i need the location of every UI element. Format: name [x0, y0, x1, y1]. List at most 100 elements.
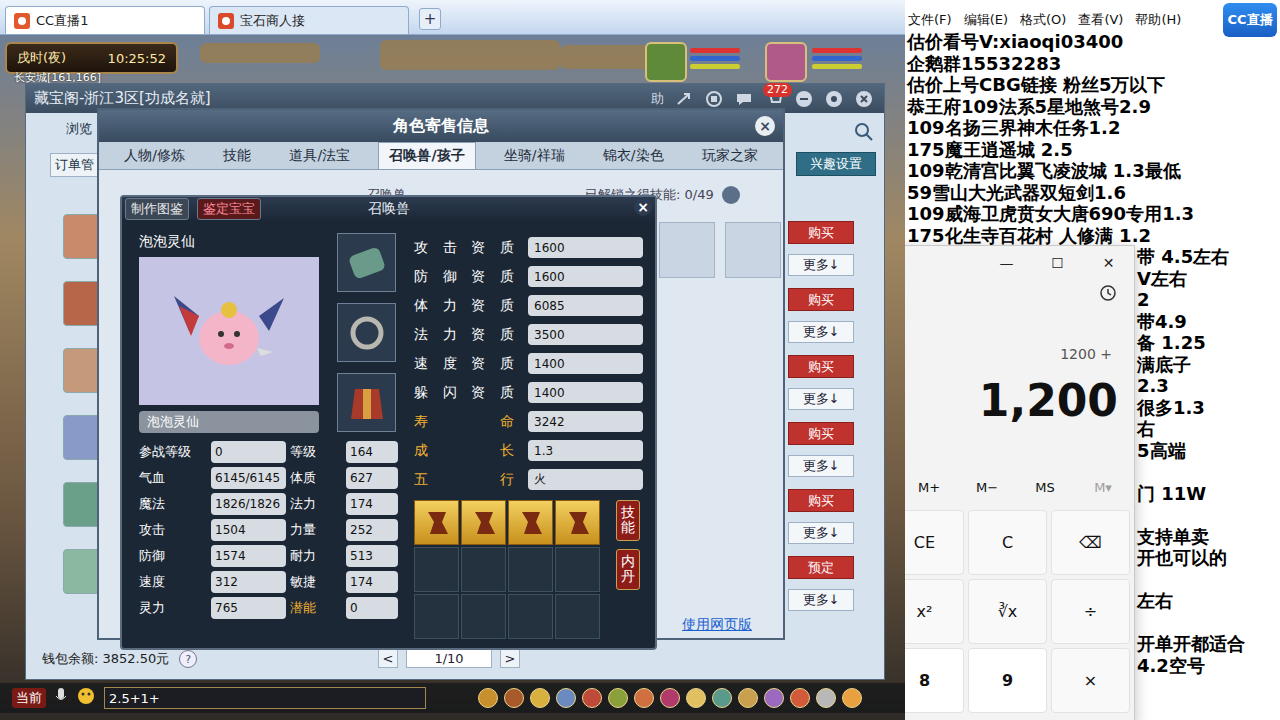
memory-button[interactable]: M− — [958, 480, 1016, 502]
help-button[interactable]: 助 — [651, 90, 664, 108]
menu-icon[interactable] — [556, 688, 576, 708]
equipment-slots — [337, 233, 396, 433]
new-tab-button[interactable]: + — [419, 8, 441, 30]
more-button[interactable]: 更多↓ — [788, 455, 854, 477]
next-page[interactable]: > — [500, 648, 520, 668]
browse-tab[interactable]: 浏览 — [66, 120, 92, 138]
buy-button[interactable]: 购买 — [788, 288, 854, 311]
menu-icon[interactable] — [764, 688, 784, 708]
chat-input[interactable]: 2.5+1+ — [104, 687, 426, 709]
inner-core-tab[interactable]: 内丹 — [616, 549, 640, 590]
more-button[interactable]: 更多↓ — [788, 589, 854, 611]
calc-key[interactable]: CE — [905, 510, 964, 575]
chat-channel[interactable]: 当前 — [12, 688, 46, 708]
buy-button[interactable]: 购买 — [788, 221, 854, 244]
menu-icon[interactable] — [842, 688, 862, 708]
pet-panel: 制作图鉴鉴定宝宝召唤兽×泡泡灵仙泡泡灵仙参战等级0等级164气血6145/614… — [120, 195, 657, 650]
skill-icon[interactable] — [414, 500, 459, 545]
interest-button[interactable]: 兴趣设置 — [796, 152, 876, 176]
browser-tab[interactable]: 宝石商人接 — [209, 6, 409, 34]
menu-icon[interactable] — [790, 688, 810, 708]
sale-tab[interactable]: 技能 — [213, 142, 261, 169]
appraise-button[interactable]: 鉴定宝宝 — [197, 198, 261, 220]
skill-icon[interactable] — [461, 500, 506, 545]
more-button[interactable]: 更多↓ — [788, 522, 854, 544]
orders-button[interactable]: 订单管 — [50, 153, 99, 177]
menu-icon[interactable] — [686, 688, 706, 708]
wallet-help[interactable]: ? — [179, 650, 197, 668]
menu-item[interactable]: 帮助(H) — [1135, 11, 1181, 31]
ring-icon[interactable] — [337, 303, 396, 362]
menu-icon[interactable] — [504, 688, 524, 708]
bar — [690, 64, 740, 69]
message-icon[interactable] — [734, 89, 754, 109]
menu-icon[interactable] — [712, 688, 732, 708]
menu-item[interactable]: 编辑(E) — [964, 11, 1008, 31]
minimize-button[interactable]: — — [981, 246, 1032, 280]
calc-key[interactable]: C — [968, 510, 1047, 575]
menu-item[interactable]: 文件(F) — [908, 11, 952, 31]
settings-icon[interactable] — [824, 89, 844, 109]
empty-skill-slot — [555, 594, 600, 639]
prev-page[interactable]: < — [378, 648, 398, 668]
calc-key[interactable]: 9 — [968, 648, 1047, 713]
emoji-icon[interactable] — [76, 686, 96, 710]
memory-button[interactable]: MS — [1016, 480, 1074, 502]
close-button[interactable]: ✕ — [1083, 246, 1134, 280]
menu-icon[interactable] — [816, 688, 836, 708]
mic-icon[interactable] — [54, 687, 68, 709]
buy-button[interactable]: 购买 — [788, 489, 854, 512]
web-version-link[interactable]: 使用网页版 — [682, 616, 752, 634]
buy-button[interactable]: 预定 — [788, 556, 854, 579]
skill-icon[interactable] — [508, 500, 553, 545]
sale-tab[interactable]: 人物/修炼 — [114, 142, 195, 169]
armor-icon[interactable] — [337, 233, 396, 292]
menu-icon[interactable] — [634, 688, 654, 708]
robe-icon[interactable] — [337, 373, 396, 432]
calc-key[interactable]: ∛x — [968, 579, 1047, 644]
calc-key[interactable]: x² — [905, 579, 964, 644]
pet-name-field[interactable]: 泡泡灵仙 — [139, 411, 319, 433]
listing-row: 购买更多↓ — [788, 288, 854, 343]
history-icon[interactable] — [1098, 283, 1118, 307]
menu-icon[interactable] — [582, 688, 602, 708]
calc-key[interactable]: 8 — [905, 648, 964, 713]
quality-row: 速度资质1400 — [414, 349, 645, 378]
menu-icon[interactable] — [608, 688, 628, 708]
more-button[interactable]: 更多↓ — [788, 254, 854, 276]
sale-tab[interactable]: 道具/法宝 — [279, 142, 360, 169]
sale-tab[interactable]: 锦衣/染色 — [593, 142, 674, 169]
browser-tab[interactable]: CC直播1 — [5, 6, 205, 34]
sale-tab[interactable]: 坐骑/祥瑞 — [494, 142, 575, 169]
site-icon — [14, 13, 30, 29]
skills-tab[interactable]: 技能 — [616, 500, 640, 541]
more-button[interactable]: 更多↓ — [788, 321, 854, 343]
close-button[interactable]: × — [755, 116, 775, 136]
sale-tab[interactable]: 召唤兽/孩子 — [378, 142, 475, 169]
stop-icon[interactable] — [704, 89, 724, 109]
list-icon[interactable] — [722, 186, 740, 204]
make-atlas-button[interactable]: 制作图鉴 — [125, 198, 189, 220]
share-icon[interactable] — [674, 89, 694, 109]
calc-key[interactable]: ÷ — [1051, 579, 1130, 644]
menu-item[interactable]: 查看(V) — [1078, 11, 1123, 31]
skill-icon[interactable] — [555, 500, 600, 545]
more-button[interactable]: 更多↓ — [788, 388, 854, 410]
menu-icon[interactable] — [478, 688, 498, 708]
menu-icon[interactable] — [530, 688, 550, 708]
maximize-button[interactable]: ☐ — [1032, 246, 1083, 280]
search-icon[interactable] — [854, 122, 874, 142]
memory-button[interactable]: M+ — [905, 480, 958, 502]
menu-icon[interactable] — [660, 688, 680, 708]
minimize-icon[interactable] — [794, 89, 814, 109]
calc-key[interactable]: × — [1051, 648, 1130, 713]
display: 1,200 — [905, 376, 1134, 426]
buy-button[interactable]: 购买 — [788, 355, 854, 378]
buy-button[interactable]: 购买 — [788, 422, 854, 445]
sale-tab[interactable]: 玩家之家 — [692, 142, 768, 169]
menu-item[interactable]: 格式(O) — [1020, 11, 1066, 31]
close-button[interactable]: × — [634, 198, 652, 216]
menu-icon[interactable] — [738, 688, 758, 708]
close-icon[interactable] — [854, 89, 874, 109]
calc-key[interactable]: ⌫ — [1051, 510, 1130, 575]
